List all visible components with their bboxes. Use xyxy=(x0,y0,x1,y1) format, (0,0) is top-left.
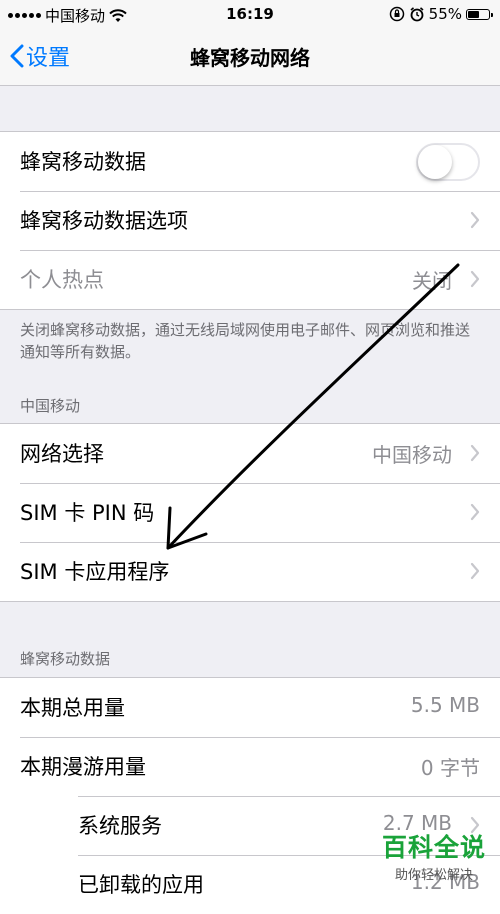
watermark-logo: 百科全说 助你轻松解决 xyxy=(382,828,486,883)
watermark-subtitle: 助你轻松解决 xyxy=(394,868,473,883)
navigation-bar: 设置 蜂窝移动网络 xyxy=(0,30,500,86)
status-right: 55% xyxy=(389,5,493,23)
cellular-group: 蜂窝移动数据 蜂窝移动数据选项 个人热点 关闭 xyxy=(0,131,500,310)
roaming-label: 本期漫游用量 xyxy=(20,755,146,779)
toggle-knob xyxy=(418,145,452,179)
orientation-lock-icon xyxy=(389,6,404,22)
current-period-label: 本期总用量 xyxy=(20,696,125,720)
sim-pin-row[interactable]: SIM 卡 PIN 码 xyxy=(0,483,500,542)
sim-applications-row[interactable]: SIM 卡应用程序 xyxy=(0,542,500,601)
alarm-icon xyxy=(410,7,424,22)
data-section-header: 蜂窝移动数据 xyxy=(20,650,111,668)
carrier-group: 网络选择 中国移动 SIM 卡 PIN 码 SIM 卡应用程序 xyxy=(0,423,500,602)
sim-applications-label: SIM 卡应用程序 xyxy=(20,560,170,584)
personal-hotspot-value: 关闭 xyxy=(412,269,452,293)
sim-pin-label: SIM 卡 PIN 码 xyxy=(20,501,155,525)
cellular-data-toggle[interactable] xyxy=(416,143,480,181)
page-title: 蜂窝移动网络 xyxy=(190,46,310,70)
personal-hotspot-label: 个人热点 xyxy=(20,268,104,292)
battery-percent: 55% xyxy=(428,5,462,23)
network-selection-value: 中国移动 xyxy=(372,443,452,467)
chevron-right-icon xyxy=(470,444,480,462)
status-bar: 中国移动 16:19 55% xyxy=(0,0,500,30)
current-period-row: 本期总用量 5.5 MB xyxy=(0,678,500,737)
chevron-right-icon xyxy=(470,211,480,229)
cellular-data-label: 蜂窝移动数据 xyxy=(20,150,146,174)
chevron-right-icon xyxy=(470,562,480,580)
cellular-footnote: 关闭蜂窝移动数据，通过无线局域网使用电子邮件、网页浏览和推送通知等所有数据。 xyxy=(20,321,471,361)
watermark-title: 百科全说 xyxy=(381,833,486,862)
roaming-row: 本期漫游用量 0 字节 xyxy=(0,737,500,796)
battery-icon xyxy=(466,8,493,20)
chevron-right-icon xyxy=(470,503,480,521)
network-selection-label: 网络选择 xyxy=(20,442,104,466)
system-services-label: 系统服务 xyxy=(78,814,162,838)
carrier-section-header: 中国移动 xyxy=(20,397,81,415)
cellular-data-options-label: 蜂窝移动数据选项 xyxy=(20,209,188,233)
network-selection-row[interactable]: 网络选择 中国移动 xyxy=(0,424,500,483)
cellular-data-options-row[interactable]: 蜂窝移动数据选项 xyxy=(0,191,500,250)
cellular-data-row: 蜂窝移动数据 xyxy=(0,132,500,191)
personal-hotspot-row[interactable]: 个人热点 关闭 xyxy=(0,250,500,309)
uninstalled-apps-label: 已卸载的应用 xyxy=(78,873,204,897)
current-period-value: 5.5 MB xyxy=(410,693,480,717)
roaming-value: 0 字节 xyxy=(420,756,480,780)
chevron-right-icon xyxy=(470,270,480,288)
